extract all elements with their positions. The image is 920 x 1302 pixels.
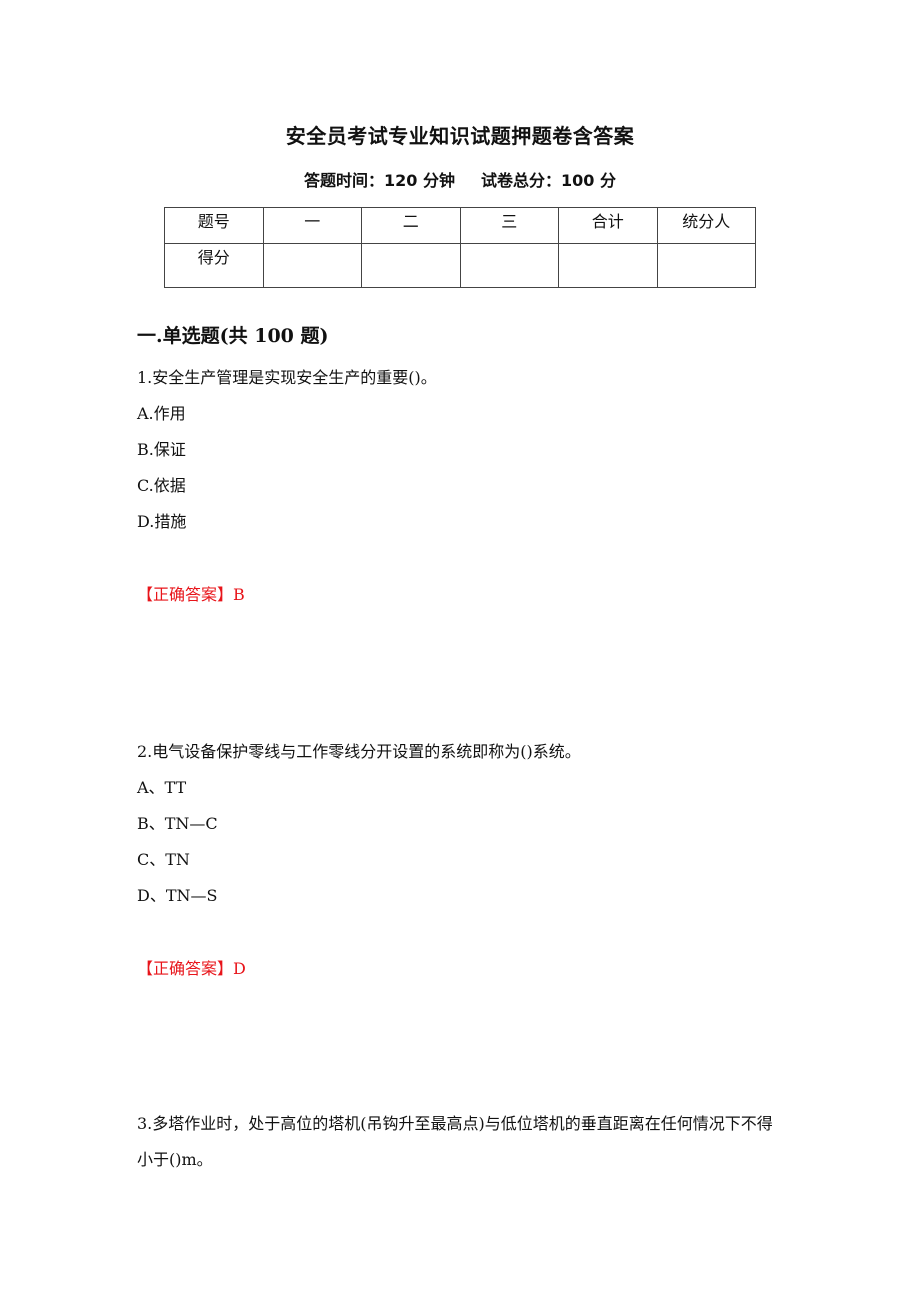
question-2-option-c: C、TN [137,850,190,869]
score-table-cell [656,243,756,288]
question-2-text: 2.电气设备保护零线与工作零线分开设置的系统即称为()系统。 [137,742,581,761]
question-1-option-d: D.措施 [137,512,187,531]
question-2-option-a: A、TT [137,778,187,797]
question-1-text: 1.安全生产管理是实现安全生产的重要()。 [137,368,437,387]
question-1-option-a: A.作用 [137,404,186,423]
question-3-text: 3.多塔作业时，处于高位的塔机(吊钩升至最高点)与低位塔机的垂直距离在任何情况下… [137,1114,773,1169]
question-2-option-b: B、TN—C [137,814,218,833]
score-table-header-cell: 一 [262,207,362,244]
exam-total-score: 试卷总分：100 分 [481,171,616,190]
exam-time: 答题时间：120 分钟 [304,171,455,190]
score-table-header-cell: 三 [459,207,559,244]
score-table-header-cell: 题号 [164,207,264,244]
score-table-cell [459,243,559,288]
score-table-cell [262,243,362,288]
score-table-cell [558,243,658,288]
question-1-option-b: B.保证 [137,440,186,459]
question-2-answer: 【正确答案】D [137,959,246,978]
score-table-header-cell: 统分人 [656,207,756,244]
question-1-option-c: C.依据 [137,476,186,495]
score-table-header-cell: 二 [361,207,461,244]
score-table-cell [361,243,461,288]
score-table-header-row: 题号 一 二 三 合计 统分人 [164,207,756,244]
score-table: 题号 一 二 三 合计 统分人 得分 [164,207,756,288]
score-table-header-cell: 合计 [558,207,658,244]
score-table-score-row: 得分 [164,243,756,288]
question-2-option-d: D、TN—S [137,886,218,905]
page-title: 安全员考试专业知识试题押题卷含答案 [285,124,635,148]
score-table-cell: 得分 [164,243,264,288]
question-1-answer: 【正确答案】B [137,585,245,604]
section-heading: 一.单选题(共 100 题) [137,325,329,347]
exam-meta: 答题时间：120 分钟 试卷总分：100 分 [0,169,920,193]
